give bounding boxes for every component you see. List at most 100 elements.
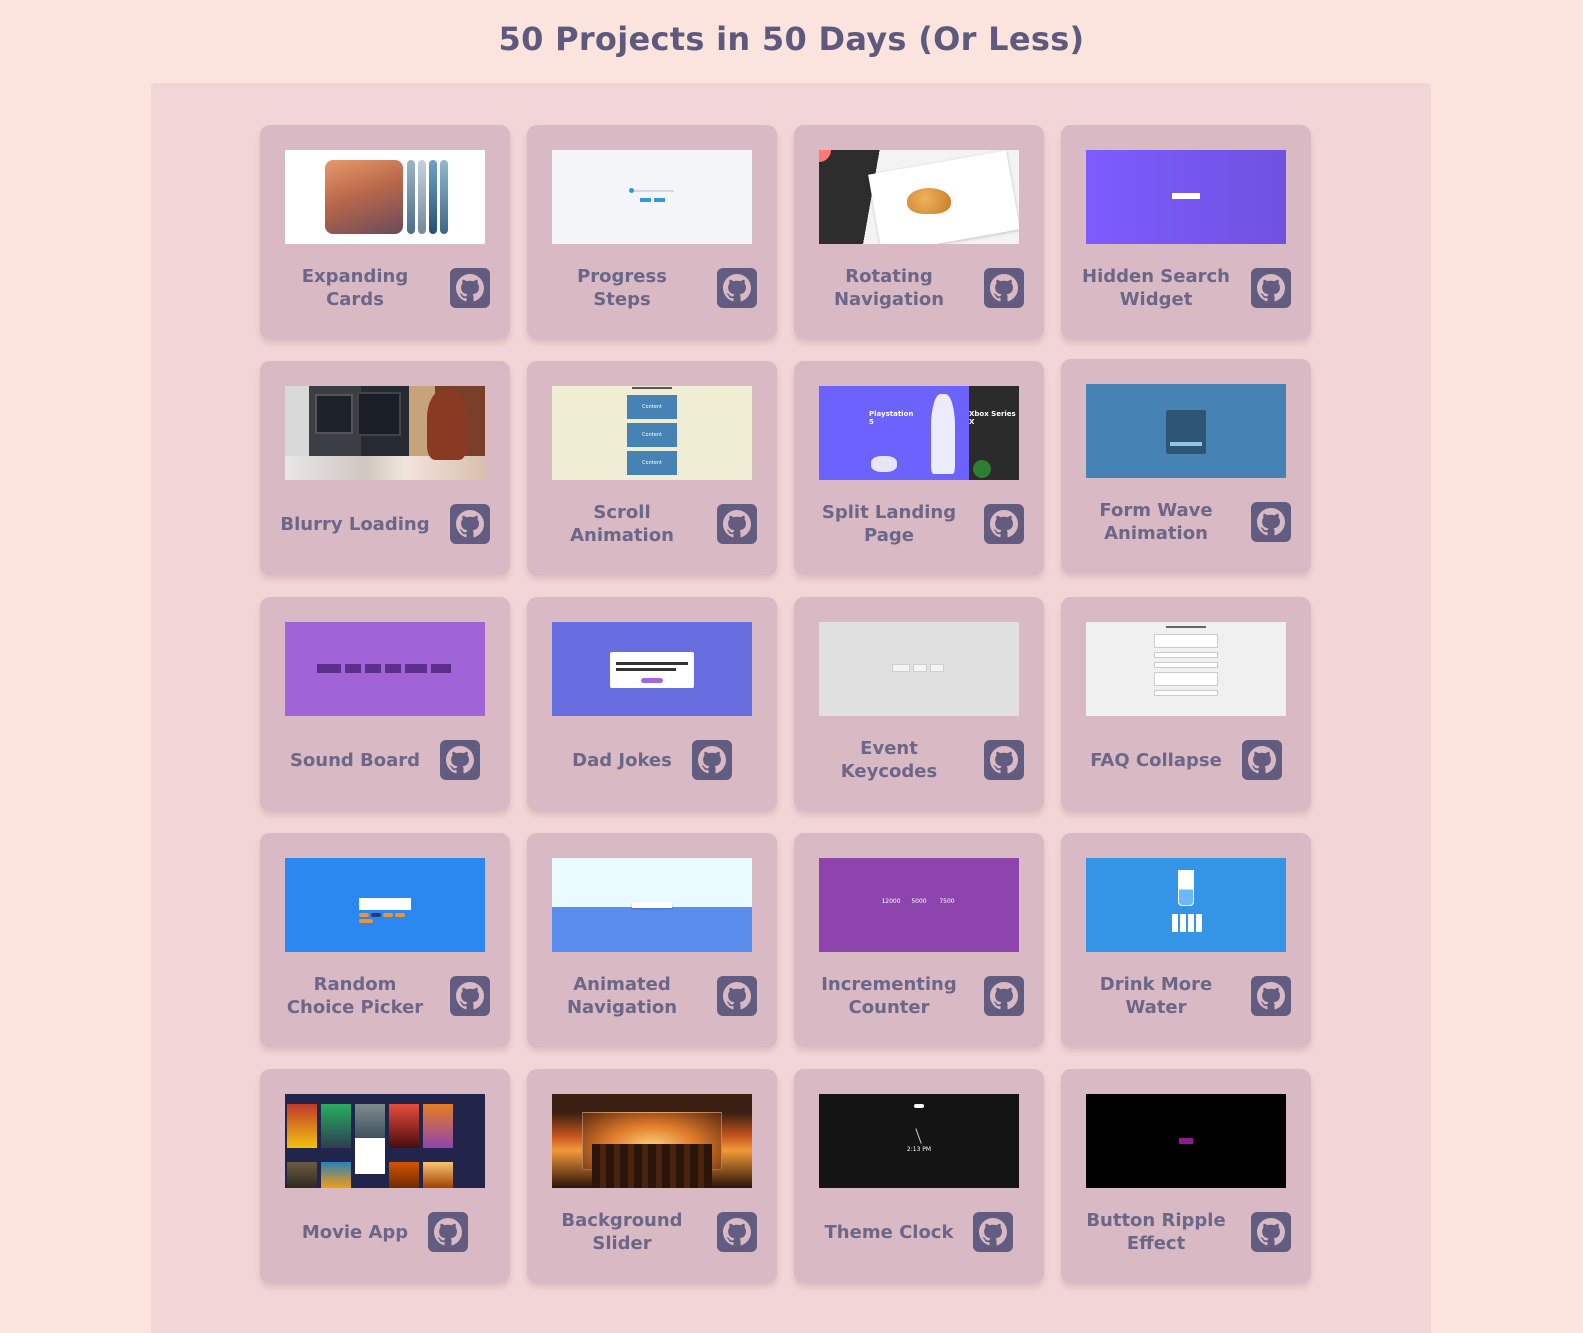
github-button[interactable] bbox=[1251, 976, 1291, 1016]
project-title[interactable]: Progress Steps bbox=[547, 265, 697, 311]
project-card-animated-navigation[interactable]: Animated Navigation bbox=[527, 833, 777, 1047]
project-card-movie-app[interactable]: Movie App bbox=[260, 1069, 510, 1283]
github-button[interactable] bbox=[428, 1212, 469, 1252]
project-thumbnail[interactable]: 2:13 PM bbox=[819, 1094, 1019, 1188]
project-thumbnail[interactable] bbox=[552, 150, 752, 244]
github-icon bbox=[990, 510, 1018, 538]
github-icon bbox=[1257, 274, 1285, 302]
project-thumbnail[interactable] bbox=[285, 622, 485, 716]
project-thumbnail[interactable] bbox=[285, 386, 485, 480]
github-icon bbox=[456, 274, 484, 302]
project-card-form-wave-animation[interactable]: Form Wave Animation bbox=[1061, 359, 1311, 573]
project-title[interactable]: Scroll Animation bbox=[547, 501, 697, 547]
github-icon bbox=[1257, 508, 1285, 536]
project-title[interactable]: Drink More Water bbox=[1081, 973, 1231, 1019]
github-icon bbox=[723, 1218, 751, 1246]
project-card-split-landing-page[interactable]: Playstation 5 Xbox Series X Split Landin… bbox=[794, 361, 1044, 575]
project-thumbnail[interactable]: Playstation 5 Xbox Series X bbox=[819, 386, 1019, 480]
project-thumbnail[interactable] bbox=[552, 622, 752, 716]
project-thumbnail[interactable] bbox=[1086, 858, 1286, 952]
github-button[interactable] bbox=[1251, 268, 1291, 308]
github-icon bbox=[1247, 746, 1276, 774]
github-button[interactable] bbox=[691, 740, 732, 780]
project-card-drink-more-water[interactable]: Drink More Water bbox=[1061, 833, 1311, 1047]
project-title[interactable]: Event Keycodes bbox=[814, 737, 964, 783]
github-icon bbox=[723, 274, 751, 302]
project-card-blurry-loading[interactable]: Blurry Loading bbox=[260, 361, 510, 575]
split-left-label: Playstation 5 bbox=[869, 410, 914, 426]
project-card-expanding-cards[interactable]: Expanding Cards bbox=[260, 125, 510, 339]
project-thumbnail[interactable] bbox=[1086, 384, 1286, 478]
project-thumbnail[interactable] bbox=[819, 622, 1019, 716]
github-button[interactable] bbox=[973, 1212, 1014, 1252]
counter-value: 5000 bbox=[911, 898, 927, 905]
github-icon bbox=[979, 1218, 1008, 1246]
project-title[interactable]: Blurry Loading bbox=[280, 513, 429, 536]
github-button[interactable] bbox=[984, 268, 1024, 308]
project-thumbnail[interactable] bbox=[552, 1094, 752, 1188]
project-title[interactable]: Split Landing Page bbox=[814, 501, 964, 547]
github-button[interactable] bbox=[1251, 502, 1291, 542]
project-card-hidden-search-widget[interactable]: Hidden Search Widget bbox=[1061, 125, 1311, 339]
project-thumbnail[interactable] bbox=[1086, 1094, 1286, 1188]
github-button[interactable] bbox=[449, 504, 490, 544]
project-card-scroll-animation[interactable]: Content Content Content Scroll Animation bbox=[527, 361, 777, 575]
project-title[interactable]: Animated Navigation bbox=[547, 973, 697, 1019]
github-icon bbox=[990, 274, 1018, 302]
project-thumbnail[interactable] bbox=[1086, 150, 1286, 244]
github-icon bbox=[1257, 982, 1285, 1010]
project-card-button-ripple-effect[interactable]: Button Ripple Effect bbox=[1061, 1069, 1311, 1283]
project-title[interactable]: Incrementing Counter bbox=[814, 973, 964, 1019]
project-card-background-slider[interactable]: Background Slider bbox=[527, 1069, 777, 1283]
page-title: 50 Projects in 50 Days (Or Less) bbox=[498, 20, 1085, 58]
project-thumbnail[interactable] bbox=[285, 1094, 485, 1188]
project-title[interactable]: Rotating Navigation bbox=[814, 265, 964, 311]
github-icon bbox=[456, 982, 484, 1010]
project-title[interactable]: Dad Jokes bbox=[572, 749, 672, 772]
project-title[interactable]: Form Wave Animation bbox=[1081, 499, 1231, 545]
github-button[interactable] bbox=[984, 740, 1024, 780]
project-card-dad-jokes[interactable]: Dad Jokes bbox=[527, 597, 777, 811]
github-button[interactable] bbox=[450, 268, 490, 308]
github-button[interactable] bbox=[717, 1212, 757, 1252]
github-icon bbox=[990, 982, 1018, 1010]
github-button[interactable] bbox=[1251, 1212, 1291, 1252]
project-card-faq-collapse[interactable]: FAQ Collapse bbox=[1061, 597, 1311, 811]
project-title[interactable]: Button Ripple Effect bbox=[1081, 1209, 1231, 1255]
github-button[interactable] bbox=[717, 268, 757, 308]
project-thumbnail[interactable] bbox=[285, 858, 485, 952]
github-button[interactable] bbox=[1241, 740, 1282, 780]
project-card-rotating-navigation[interactable]: Rotating Navigation bbox=[794, 125, 1044, 339]
project-title[interactable]: FAQ Collapse bbox=[1090, 749, 1222, 772]
github-button[interactable] bbox=[450, 976, 490, 1016]
github-icon bbox=[697, 746, 726, 774]
project-title[interactable]: Expanding Cards bbox=[280, 265, 430, 311]
project-title[interactable]: Background Slider bbox=[547, 1209, 697, 1255]
project-thumbnail[interactable] bbox=[819, 150, 1019, 244]
project-title[interactable]: Movie App bbox=[302, 1221, 408, 1244]
github-icon bbox=[434, 1218, 463, 1246]
project-card-sound-board[interactable]: Sound Board bbox=[260, 597, 510, 811]
project-card-event-keycodes[interactable]: Event Keycodes bbox=[794, 597, 1044, 811]
project-thumbnail[interactable]: Content Content Content bbox=[552, 386, 752, 480]
project-title[interactable]: Random Choice Picker bbox=[280, 973, 430, 1019]
github-icon bbox=[1257, 1218, 1285, 1246]
project-thumbnail[interactable] bbox=[552, 858, 752, 952]
project-title[interactable]: Hidden Search Widget bbox=[1081, 265, 1231, 311]
github-button[interactable] bbox=[717, 976, 757, 1016]
project-thumbnail[interactable] bbox=[1086, 622, 1286, 716]
project-title[interactable]: Sound Board bbox=[290, 749, 420, 772]
github-button[interactable] bbox=[984, 976, 1024, 1016]
project-title[interactable]: Theme Clock bbox=[825, 1221, 954, 1244]
project-thumbnail[interactable]: 12000 5000 7500 bbox=[819, 858, 1019, 952]
project-card-theme-clock[interactable]: 2:13 PM Theme Clock bbox=[794, 1069, 1044, 1283]
github-button[interactable] bbox=[440, 740, 481, 780]
github-icon bbox=[723, 510, 751, 538]
project-card-incrementing-counter[interactable]: 12000 5000 7500 Incrementing Counter bbox=[794, 833, 1044, 1047]
project-card-random-choice-picker[interactable]: Random Choice Picker bbox=[260, 833, 510, 1047]
github-icon bbox=[990, 746, 1018, 774]
github-button[interactable] bbox=[717, 504, 757, 544]
github-button[interactable] bbox=[984, 504, 1024, 544]
project-thumbnail[interactable] bbox=[285, 150, 485, 244]
project-card-progress-steps[interactable]: Progress Steps bbox=[527, 125, 777, 339]
